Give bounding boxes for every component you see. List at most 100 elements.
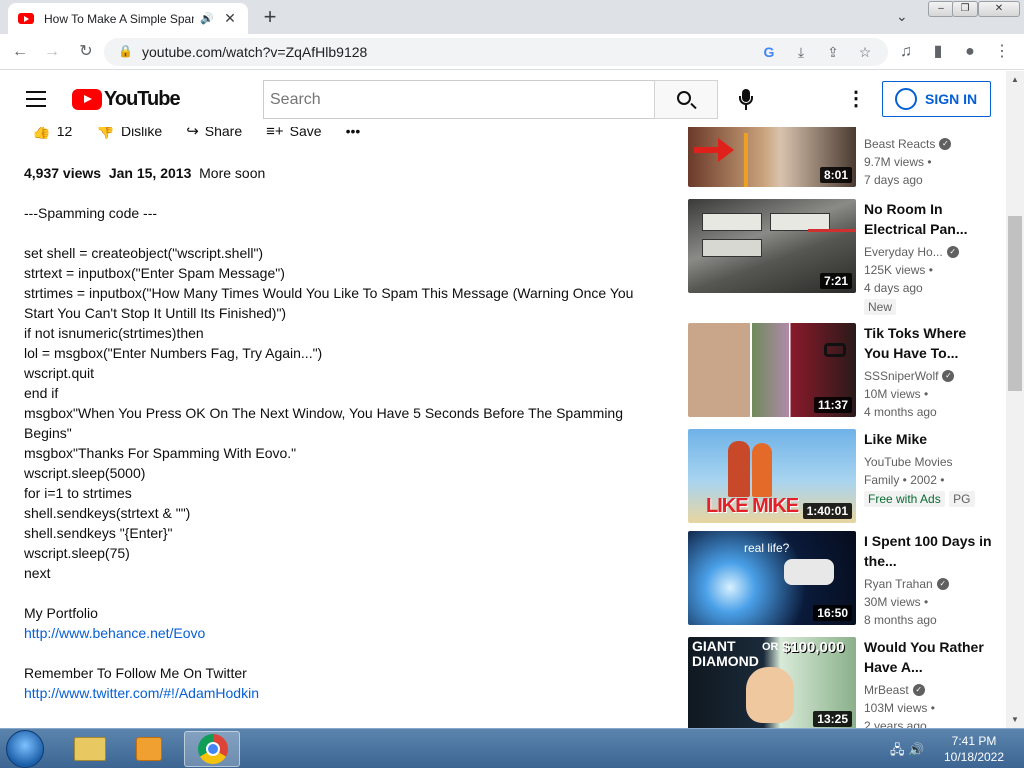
twitter-link[interactable]: http://www.twitter.com/#!/AdamHodkin: [24, 685, 259, 701]
view-count: 9.7M views •: [864, 155, 932, 169]
thumbs-down-icon: 👎: [96, 127, 115, 140]
video-title[interactable]: Would You Rather Have A...: [864, 637, 994, 677]
hamburger-menu-icon[interactable]: [26, 91, 46, 107]
google-lens-icon[interactable]: G: [760, 43, 778, 61]
verified-check-icon: ✓: [939, 138, 952, 150]
video-thumbnail[interactable]: 11:37: [688, 323, 856, 417]
video-title[interactable]: No Room In Electrical Pan...: [864, 199, 994, 239]
related-video[interactable]: LIKE MIKE 1:40:01 Like Mike YouTube Movi…: [688, 429, 998, 523]
sign-in-button[interactable]: SIGN IN: [882, 81, 991, 117]
video-thumbnail[interactable]: real life? 16:50: [688, 531, 856, 625]
playlist-add-icon: ≡+: [266, 127, 284, 140]
taskbar-media-player[interactable]: [122, 731, 178, 767]
scroll-down-arrow-icon[interactable]: ▼: [1011, 715, 1019, 724]
description-line: wscript.sleep(75): [24, 545, 130, 561]
settings-kebab-icon[interactable]: ⋮: [846, 89, 866, 109]
dislike-button[interactable]: 👎 Dislike: [96, 127, 162, 143]
view-count: 125K views •: [864, 263, 933, 277]
verified-check-icon: ✓: [936, 578, 949, 590]
related-video[interactable]: GIANT DIAMOND OR $100,000 13:25 Would Yo…: [688, 637, 998, 728]
view-count: 10M views •: [864, 387, 929, 401]
chrome-menu-icon[interactable]: ⋮: [992, 42, 1012, 62]
youtube-logo[interactable]: YouTube: [72, 87, 181, 110]
description-line: if not isnumeric(strtimes)then: [24, 325, 204, 341]
close-tab-icon[interactable]: ✕: [222, 10, 238, 27]
video-thumbnail[interactable]: GIANT DIAMOND OR $100,000 13:25: [688, 637, 856, 728]
thumbs-up-icon: 👍: [32, 127, 51, 140]
verified-check-icon: ✓: [946, 246, 959, 258]
rating-badge: PG: [949, 491, 975, 507]
network-icon[interactable]: 🖧: [890, 742, 905, 757]
search-input[interactable]: [263, 80, 655, 119]
close-window-button[interactable]: ✕: [978, 1, 1020, 17]
tab-search-chevron-icon[interactable]: ⌄: [896, 8, 914, 26]
video-title[interactable]: I Spent 100 Days in the...: [864, 531, 994, 571]
bookmark-star-icon[interactable]: ☆: [856, 43, 874, 61]
start-button-icon[interactable]: [6, 730, 44, 768]
taskbar-clock[interactable]: 7:41 PM 10/18/2022: [942, 733, 1006, 765]
movie-info: Family • 2002 •: [864, 473, 945, 487]
new-tab-button[interactable]: +: [258, 6, 282, 28]
upload-date: Jan 15, 2013: [108, 165, 192, 181]
search-icon: [677, 91, 691, 105]
voice-search-mic-icon[interactable]: [736, 89, 756, 111]
taskbar-chrome[interactable]: [184, 731, 240, 767]
video-thumbnail[interactable]: 7:21: [688, 199, 856, 293]
address-url[interactable]: youtube.com/watch?v=ZqAfHlb9128: [142, 44, 367, 60]
address-bar[interactable]: 🔒 youtube.com/watch?v=ZqAfHlb9128 G ⤓ ⇪ …: [104, 38, 888, 66]
video-duration: 7:21: [819, 273, 852, 289]
maximize-button[interactable]: ❐: [952, 1, 978, 17]
description-line: next: [24, 565, 51, 581]
more-actions-icon[interactable]: •••: [346, 127, 361, 143]
related-video[interactable]: 11:37 Tik Toks Where You Have To... SSSn…: [688, 323, 998, 419]
description-line: strtimes = inputbox("How Many Times Woul…: [24, 285, 638, 321]
video-duration: 1:40:01: [802, 503, 852, 519]
youtube-wordmark: YouTube: [104, 87, 181, 110]
view-count: 103M views •: [864, 701, 935, 715]
thumbnail-text: real life?: [744, 541, 790, 555]
volume-icon[interactable]: 🔊: [908, 742, 924, 757]
browser-tab[interactable]: How To Make A Simple Spam 🔊 ✕: [8, 3, 248, 34]
description-line: ---Spamming code ---: [24, 205, 158, 221]
like-button[interactable]: 👍 12: [32, 127, 72, 143]
media-player-icon: [136, 737, 162, 761]
speaker-icon[interactable]: 🔊: [200, 12, 216, 25]
account-circle-icon: [895, 88, 917, 110]
youtube-masthead: YouTube ⋮ SIGN IN: [0, 71, 1006, 127]
reload-icon[interactable]: ↻: [76, 42, 96, 62]
related-video[interactable]: 7:21 No Room In Electrical Pan... Everyd…: [688, 199, 998, 315]
video-thumbnail[interactable]: LIKE MIKE 1:40:01: [688, 429, 856, 523]
profile-avatar-icon[interactable]: ●: [960, 42, 980, 62]
clock-time: 7:41 PM: [951, 734, 997, 748]
channel-name: Everyday Ho... ✓: [864, 243, 994, 261]
lock-icon: 🔒: [118, 44, 133, 58]
video-thumbnail[interactable]: 8:01: [688, 127, 856, 187]
system-tray: 🖧 🔊: [890, 741, 924, 763]
video-title[interactable]: Like Mike: [864, 429, 994, 449]
media-control-icon[interactable]: ♫: [896, 42, 916, 62]
related-video[interactable]: real life? 16:50 I Spent 100 Days in the…: [688, 531, 998, 627]
youtube-favicon-icon: [18, 13, 34, 24]
share-button[interactable]: ↪ Share: [186, 127, 242, 143]
save-button[interactable]: ≡+ Save: [266, 127, 321, 143]
video-actions: 👍 12 👎 Dislike ↪ Share ≡+ Save •••: [32, 127, 384, 143]
share-page-icon[interactable]: ⇪: [824, 43, 842, 61]
search-button[interactable]: [654, 80, 718, 119]
free-with-ads-badge: Free with Ads: [864, 491, 945, 507]
back-arrow-icon[interactable]: ←: [10, 42, 30, 62]
description-line: shell.sendkeys "{Enter}": [24, 525, 173, 541]
description-hashtag: More soon: [199, 165, 266, 181]
scroll-up-arrow-icon[interactable]: ▲: [1011, 75, 1019, 84]
minimize-button[interactable]: –: [928, 1, 954, 17]
video-title[interactable]: Tik Toks Where You Have To...: [864, 323, 994, 363]
forward-arrow-icon[interactable]: →: [42, 42, 62, 62]
description-line: msgbox"Thanks For Spamming With Eovo.": [24, 445, 297, 461]
taskbar-explorer[interactable]: [62, 731, 118, 767]
description-line: Remember To Follow Me On Twitter: [24, 665, 247, 681]
description-line: shell.sendkeys(strtext & ""): [24, 505, 191, 521]
portfolio-link[interactable]: http://www.behance.net/Eovo: [24, 625, 205, 641]
scrollbar-thumb[interactable]: [1008, 216, 1022, 391]
side-panel-icon[interactable]: ▮: [928, 42, 948, 62]
install-app-icon[interactable]: ⤓: [792, 43, 810, 61]
page-scrollbar[interactable]: ▲ ▼: [1006, 71, 1024, 728]
